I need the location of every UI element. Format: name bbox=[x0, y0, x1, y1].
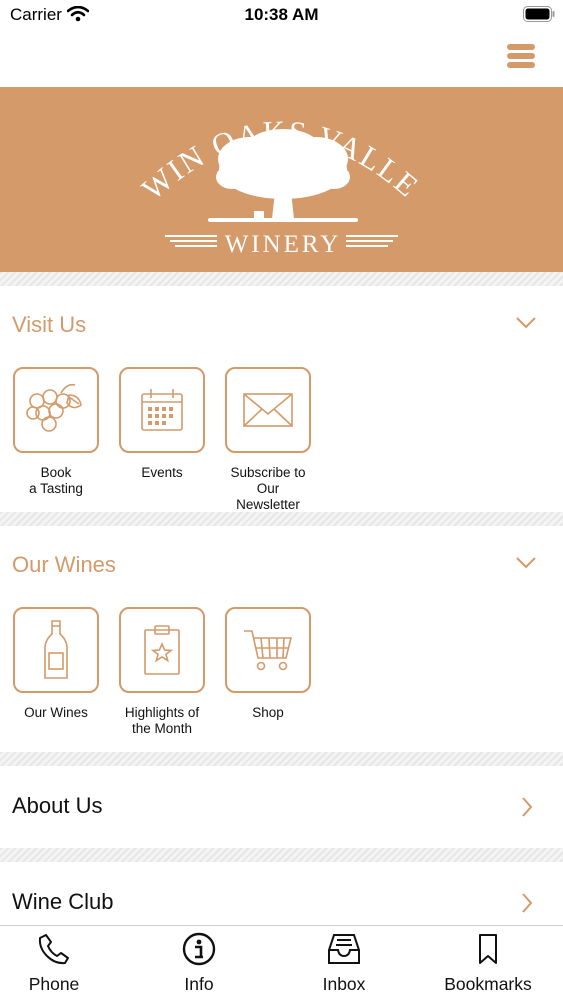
row-title: Wine Club bbox=[12, 889, 114, 914]
tab-inbox[interactable]: Inbox bbox=[274, 926, 414, 1000]
inbox-icon bbox=[328, 934, 360, 964]
envelope-icon bbox=[243, 393, 293, 427]
tile-label: Our Wines bbox=[24, 705, 88, 720]
tile-label: Book a Tasting bbox=[29, 465, 83, 496]
tab-bar: Phone Info Inbox Bookmarks bbox=[0, 925, 563, 1000]
divider bbox=[0, 848, 563, 862]
tab-phone[interactable]: Phone bbox=[0, 926, 124, 1000]
battery-icon bbox=[523, 6, 555, 22]
clock: 10:38 AM bbox=[244, 5, 319, 24]
chevron-down-icon bbox=[516, 557, 536, 569]
phone-icon bbox=[38, 934, 69, 965]
tab-label: Bookmarks bbox=[444, 974, 532, 994]
winery-logo: TWIN OAKS VALLEY WINERY bbox=[0, 59, 426, 258]
chevron-right-icon bbox=[522, 797, 533, 817]
row-about-us[interactable]: About Us bbox=[0, 766, 563, 848]
oak-tree-icon bbox=[208, 129, 358, 222]
tab-label: Phone bbox=[28, 974, 80, 994]
svg-text:TWIN OAKS VALLEY: TWIN OAKS VALLEY bbox=[0, 87, 426, 207]
tile-events[interactable]: Events bbox=[119, 367, 205, 481]
tab-bookmarks[interactable]: Bookmarks bbox=[418, 926, 558, 1000]
tile-highlights-of-the-month[interactable]: Highlights of the Month bbox=[119, 607, 205, 737]
winery-logo-banner: TWIN OAKS VALLEY WINERY bbox=[0, 59, 563, 272]
shopping-cart-icon bbox=[244, 630, 293, 671]
bookmark-icon bbox=[479, 934, 497, 964]
tile-subscribe-newsletter[interactable]: Subscribe to Our Newsletter bbox=[218, 367, 318, 513]
chevron-right-icon bbox=[522, 893, 533, 913]
divider bbox=[0, 512, 563, 526]
nav-bar bbox=[0, 30, 563, 87]
grapes-icon bbox=[26, 383, 82, 432]
clipboard-star-icon bbox=[144, 625, 180, 675]
section-header-visit-us[interactable]: Visit Us bbox=[0, 298, 563, 356]
tile-our-wines[interactable]: Our Wines bbox=[13, 607, 99, 721]
tile-label: Highlights of the Month bbox=[124, 705, 200, 736]
chevron-down-icon bbox=[516, 317, 536, 329]
tile-label: Shop bbox=[252, 705, 284, 720]
status-bar: Carrier 10:38 AM bbox=[0, 0, 563, 30]
tab-label: Inbox bbox=[322, 974, 366, 994]
section-title: Visit Us bbox=[12, 312, 87, 337]
tile-book-a-tasting[interactable]: Book a Tasting bbox=[13, 367, 99, 497]
info-icon bbox=[182, 932, 216, 966]
logo-bottom-text: WINERY bbox=[225, 231, 342, 258]
tile-label: Events bbox=[141, 465, 183, 480]
calendar-icon bbox=[141, 389, 183, 431]
tile-shop[interactable]: Shop bbox=[225, 607, 311, 721]
divider bbox=[0, 752, 563, 766]
logo-top-text: TWIN OAKS VALLEY bbox=[0, 59, 424, 207]
row-title: About Us bbox=[12, 793, 103, 818]
hamburger-menu-icon[interactable] bbox=[507, 44, 537, 70]
wine-bottle-icon bbox=[44, 620, 68, 679]
tile-label: Subscribe to Our Newsletter bbox=[230, 465, 306, 512]
divider bbox=[0, 272, 563, 286]
section-title: Our Wines bbox=[12, 552, 116, 577]
tab-info[interactable]: Info bbox=[129, 926, 269, 1000]
section-header-our-wines[interactable]: Our Wines bbox=[0, 538, 563, 596]
tab-label: Info bbox=[184, 974, 214, 994]
